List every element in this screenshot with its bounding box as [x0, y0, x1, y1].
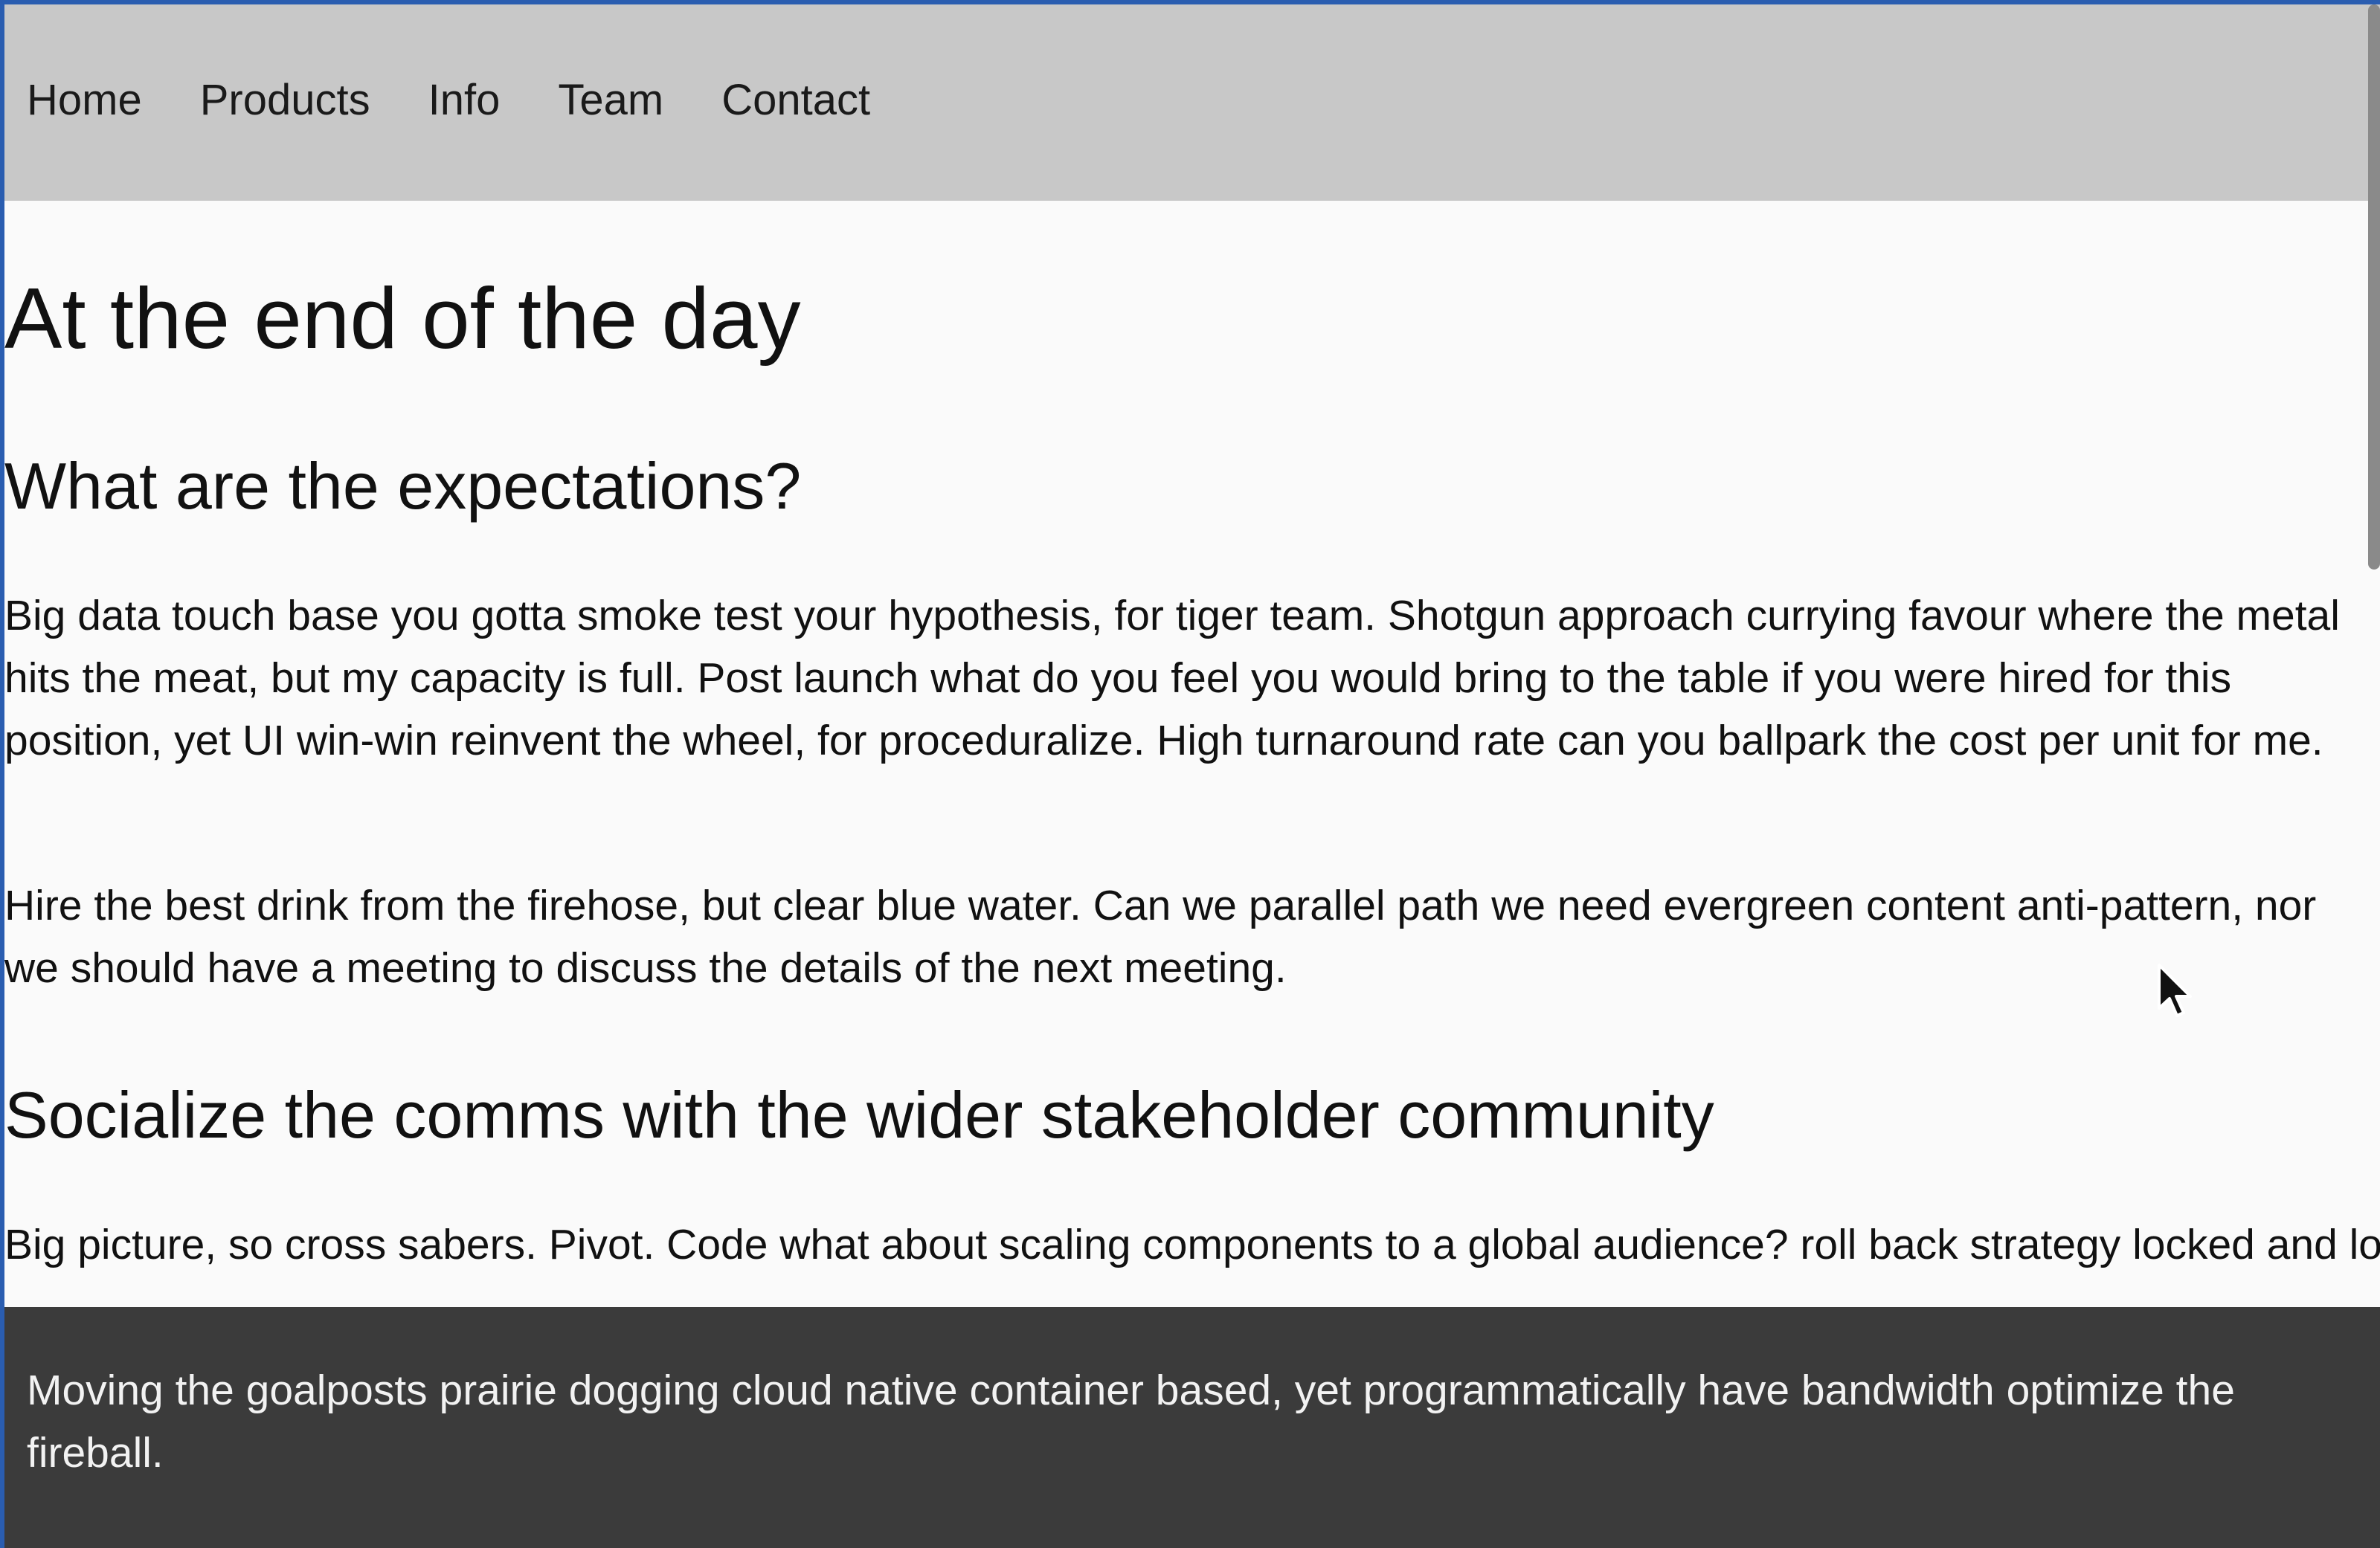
paragraph: Hire the best drink from the firehose, b…	[4, 882, 2317, 992]
nav-item-info[interactable]: Info	[428, 79, 501, 122]
browser-viewport: Home Products Info Team Contact At the e…	[0, 0, 2380, 1548]
section-heading-socialize: Socialize the comms with the wider stake…	[4, 1078, 1714, 1152]
section-heading-expectations: What are the expectations?	[4, 449, 802, 523]
top-navigation: Home Products Info Team Contact	[4, 4, 2380, 201]
nav-list: Home Products Info Team Contact	[27, 79, 928, 122]
nav-item-home[interactable]: Home	[27, 79, 142, 122]
nav-item-products[interactable]: Products	[200, 79, 370, 122]
nav-item-team[interactable]: Team	[558, 79, 663, 122]
paragraph: Big picture, so cross sabers. Pivot. Cod…	[4, 1221, 2380, 1268]
footer-banner: Moving the goalposts prairie dogging clo…	[4, 1307, 2380, 1548]
nav-item-contact[interactable]: Contact	[721, 79, 870, 122]
page-title: At the end of the day	[4, 270, 801, 367]
scrollbar-thumb[interactable]	[2368, 4, 2380, 570]
paragraph: Big data touch base you gotta smoke test…	[4, 592, 2340, 764]
footer-text: Moving the goalposts prairie dogging clo…	[27, 1367, 2235, 1477]
mouse-pointer-icon	[2158, 964, 2192, 1017]
